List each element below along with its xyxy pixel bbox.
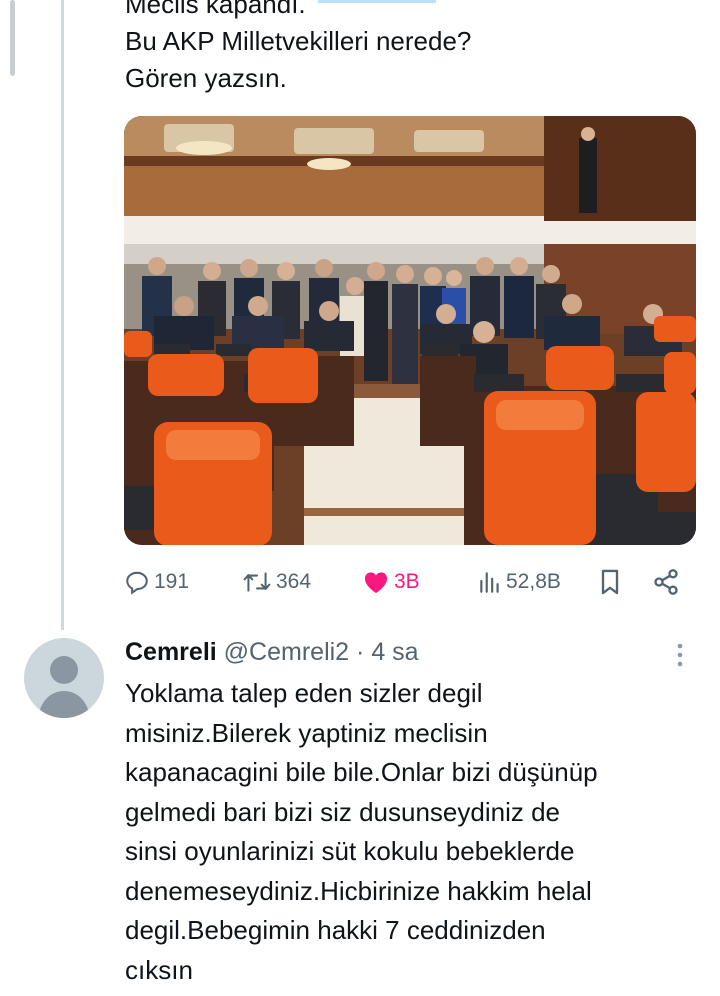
like-count: 3B — [394, 570, 420, 593]
bookmark-action[interactable] — [598, 562, 622, 602]
reply-text-line: degil.Bebegimin hakki 7 ceddinizden — [125, 915, 546, 945]
reply-text-line: sinsi oyunlarinizi süt kokulu bebeklerde — [125, 836, 575, 866]
reply-text-line: kapanacagini bile bile.Onlar bizi düşünü… — [125, 757, 598, 787]
reply-text-line: denemeseydiniz.Hicbirinize hakkim helal — [125, 875, 592, 906]
reply-author-handle[interactable]: @Cemreli2 — [224, 638, 349, 666]
default-avatar-icon — [38, 656, 90, 718]
tweet-text-line: Bu AKP Milletvekilleri nerede? — [125, 26, 472, 56]
reply-timestamp[interactable]: 4 sa — [371, 638, 418, 666]
bookmark-icon — [598, 568, 622, 596]
reply-text: Yoklama talep eden sizler degil misiniz.… — [125, 674, 705, 990]
retweet-action[interactable]: 364 — [242, 562, 311, 602]
scrollbar[interactable] — [10, 0, 15, 76]
more-icon[interactable] — [668, 640, 692, 670]
reply-icon — [124, 569, 150, 595]
reply-text-line: Yoklama talep eden sizler degil — [125, 678, 483, 708]
retweet-count: 364 — [276, 570, 312, 593]
reply-text-line: cıksın — [125, 954, 193, 985]
reply-author-name[interactable]: Cemreli — [125, 638, 217, 666]
reply-separator: · — [356, 638, 365, 666]
parliament-photo — [124, 116, 696, 545]
tweet-text-line: Gören yazsın. — [125, 63, 287, 93]
heart-icon — [362, 569, 390, 595]
views-count: 52,8B — [506, 570, 561, 593]
share-action[interactable] — [652, 562, 680, 602]
tweet-actions: 191 364 3B 52,8B — [124, 562, 696, 602]
views-action[interactable]: 52,8B — [478, 562, 561, 602]
retweet-icon — [242, 569, 272, 595]
thread-line — [61, 0, 64, 630]
tweet-photo[interactable] — [124, 116, 696, 545]
tweet-text: Meclis kapandı. Bu AKP Milletvekilleri n… — [125, 0, 685, 97]
reply-action[interactable]: 191 — [124, 562, 189, 602]
like-action[interactable]: 3B — [362, 562, 420, 602]
views-icon — [478, 569, 502, 595]
reply-tweet[interactable]: Cemreli @Cemreli2 · 4 sa Yoklama talep e… — [0, 630, 720, 996]
reply-text-line: gelmedi bari bizi siz dusunseydiniz de — [125, 796, 561, 827]
tweet-text-line: Meclis kapandı. — [125, 0, 306, 19]
reply-count: 191 — [154, 570, 190, 593]
share-icon — [652, 568, 680, 596]
reply-header: Cemreli @Cemreli2 · 4 sa — [125, 636, 419, 668]
avatar[interactable] — [24, 638, 104, 718]
reply-text-line: misiniz.Bilerek yaptiniz meclisin — [125, 717, 488, 748]
